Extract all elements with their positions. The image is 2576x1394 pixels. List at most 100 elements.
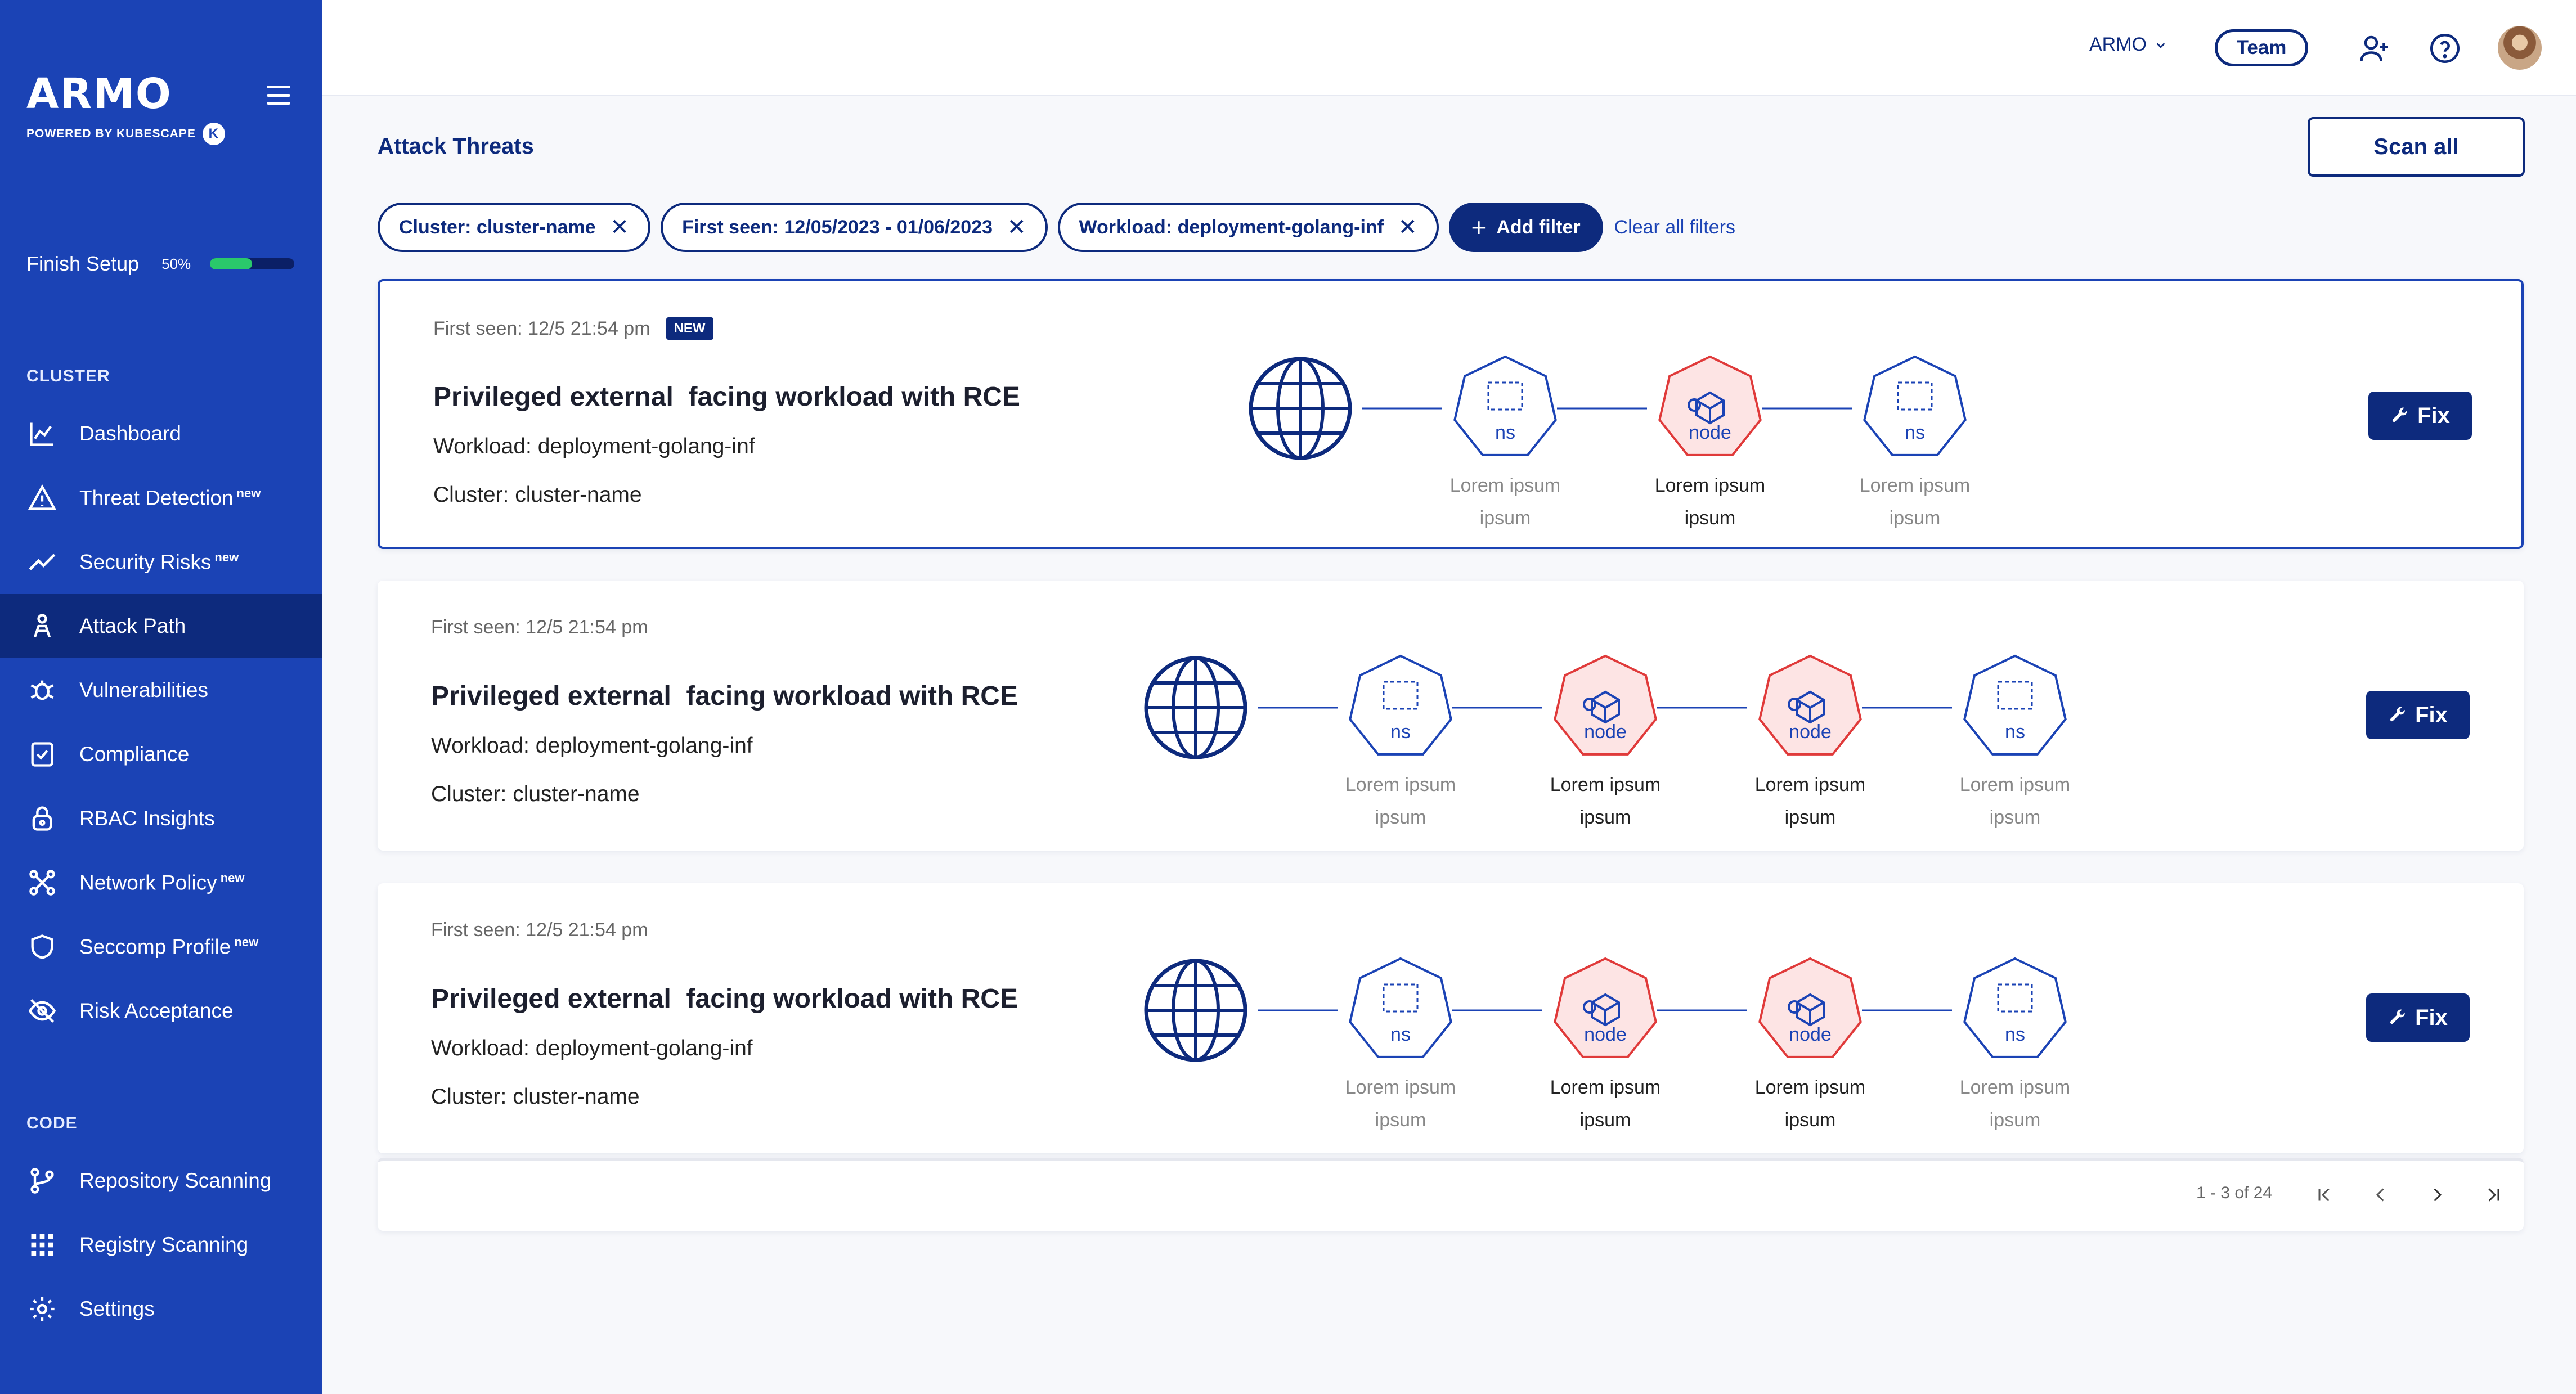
team-button[interactable]: Team bbox=[2215, 29, 2308, 66]
sidebar-item-compliance[interactable]: Compliance bbox=[0, 722, 322, 786]
filter-chip-cluster[interactable]: Cluster: cluster-name ✕ bbox=[378, 203, 651, 252]
gear-icon bbox=[26, 1293, 58, 1325]
org-selector[interactable]: ARMO bbox=[2089, 34, 2167, 56]
threat-title: Privileged external facing workload with… bbox=[433, 382, 1020, 412]
close-icon[interactable]: ✕ bbox=[1007, 216, 1026, 239]
filter-chip-label: Workload: deployment-golang-inf bbox=[1079, 216, 1384, 238]
avatar[interactable] bbox=[2498, 26, 2542, 70]
node-description: ipsum bbox=[1375, 1109, 1426, 1131]
threat-workload: Workload: deployment-golang-inf bbox=[431, 734, 753, 758]
node-type-label: ns bbox=[1495, 422, 1515, 443]
threat-cluster: Cluster: cluster-name bbox=[431, 782, 640, 806]
page-title: Attack Threats bbox=[378, 134, 534, 159]
sidebar-item-label: Security Risks new bbox=[79, 550, 239, 574]
node-description: ipsum bbox=[1685, 507, 1736, 529]
last-page-icon[interactable] bbox=[2476, 1178, 2510, 1212]
threat-card[interactable]: ns Lorem ipsum ipsum node Lorem ipsum ipsum no… bbox=[378, 883, 2524, 1153]
sidebar-item-seccomp[interactable]: Seccomp Profile new bbox=[0, 915, 322, 979]
sidebar-item-network-policy[interactable]: Network Policy new bbox=[0, 851, 322, 915]
add-filter-button[interactable]: + Add filter bbox=[1448, 203, 1603, 252]
fix-button[interactable]: Fix bbox=[2366, 993, 2470, 1042]
section-code: CODE bbox=[26, 1114, 78, 1132]
node-description: ipsum bbox=[1580, 807, 1631, 828]
filter-chip-workload[interactable]: Workload: deployment-golang-inf ✕ bbox=[1057, 203, 1439, 252]
sidebar-item-label: Threat Detection new bbox=[79, 486, 261, 510]
new-badge: new bbox=[234, 934, 259, 949]
sidebar-item-risk-acceptance[interactable]: Risk Acceptance bbox=[0, 979, 322, 1043]
first-seen-text: First seen: 12/5 21:54 pm bbox=[433, 317, 650, 339]
sidebar-item-text: Seccomp Profile bbox=[79, 935, 231, 959]
plus-icon: + bbox=[1471, 213, 1487, 242]
first-page-icon[interactable] bbox=[2308, 1178, 2341, 1212]
warning-icon bbox=[26, 482, 58, 514]
attack-path-icon bbox=[26, 610, 58, 642]
globe-icon bbox=[1249, 357, 1352, 460]
sidebar-item-settings[interactable]: Settings bbox=[0, 1277, 322, 1341]
sidebar-item-vulnerabilities[interactable]: Vulnerabilities bbox=[0, 658, 322, 722]
sidebar-item-dashboard[interactable]: Dashboard bbox=[0, 402, 322, 466]
fix-button[interactable]: Fix bbox=[2368, 392, 2472, 440]
filter-chip-label: Cluster: cluster-name bbox=[399, 216, 596, 238]
node-description: Lorem ipsum bbox=[1860, 475, 1971, 496]
node-description: ipsum bbox=[1375, 807, 1426, 828]
close-icon[interactable]: ✕ bbox=[611, 216, 630, 239]
new-badge: new bbox=[214, 550, 239, 564]
threat-card[interactable]: ns Lorem ipsum ipsum node Lorem ipsum ipsum no… bbox=[378, 581, 2524, 851]
threat-title: Privileged external facing workload with… bbox=[431, 681, 1018, 711]
menu-toggle-icon[interactable] bbox=[267, 86, 290, 105]
threat-cluster: Cluster: cluster-name bbox=[433, 483, 642, 507]
fix-label: Fix bbox=[2415, 702, 2448, 727]
eye-off-icon bbox=[26, 995, 58, 1027]
sidebar-item-label: Seccomp Profile new bbox=[79, 935, 258, 959]
lock-icon bbox=[26, 803, 58, 834]
node-type-label: ns bbox=[1905, 422, 1925, 443]
clear-filters-link[interactable]: Clear all filters bbox=[1614, 217, 1735, 239]
sidebar-item-attack-path[interactable]: Attack Path bbox=[0, 594, 322, 658]
sidebar-item-registry-scanning[interactable]: Registry Scanning bbox=[0, 1213, 322, 1277]
node-description: Lorem ipsum bbox=[1755, 774, 1866, 795]
filter-chip-first-seen[interactable]: First seen: 12/05/2023 - 01/06/2023 ✕ bbox=[661, 203, 1048, 252]
shield-icon bbox=[26, 931, 58, 963]
threat-card[interactable]: ns Lorem ipsum ipsum node Lorem ipsum ipsum ns… bbox=[378, 279, 2524, 549]
first-seen: First seen: 12/5 21:54 pm NEW bbox=[433, 317, 713, 340]
add-user-icon[interactable] bbox=[2357, 32, 2391, 65]
sidebar-item-threat-detection[interactable]: Threat Detection new bbox=[0, 466, 322, 530]
node-type-label: ns bbox=[1390, 1024, 1411, 1045]
new-badge: new bbox=[220, 870, 245, 885]
grid-icon bbox=[26, 1229, 58, 1261]
sidebar-item-security-risks[interactable]: Security Risks new bbox=[0, 530, 322, 594]
sidebar-item-label: Dashboard bbox=[79, 422, 182, 445]
next-page-icon[interactable] bbox=[2420, 1178, 2454, 1212]
fix-button[interactable]: Fix bbox=[2366, 691, 2470, 739]
top-bar: ARMO Team bbox=[322, 0, 2576, 96]
threat-cluster: Cluster: cluster-name bbox=[431, 1085, 640, 1109]
help-icon[interactable] bbox=[2428, 32, 2462, 65]
node-type-label: node bbox=[1789, 1024, 1832, 1045]
sidebar-item-label: Compliance bbox=[79, 743, 190, 766]
node-description: ipsum bbox=[1990, 1109, 2041, 1131]
checklist-icon bbox=[26, 739, 58, 770]
org-name: ARMO bbox=[2089, 34, 2147, 55]
node-type-label: ns bbox=[2005, 721, 2025, 743]
git-branch-icon bbox=[26, 1165, 58, 1197]
setup-progress-fill bbox=[210, 258, 253, 269]
trend-icon bbox=[26, 546, 58, 578]
globe-icon bbox=[1144, 656, 1247, 759]
sidebar-item-repository-scanning[interactable]: Repository Scanning bbox=[0, 1149, 322, 1213]
first-seen: First seen: 12/5 21:54 pm bbox=[431, 919, 648, 941]
globe-icon bbox=[1144, 959, 1247, 1062]
new-badge: NEW bbox=[666, 317, 713, 340]
kubescape-icon: K bbox=[202, 123, 225, 145]
node-description: Lorem ipsum bbox=[1960, 1077, 2071, 1098]
prev-page-icon[interactable] bbox=[2364, 1178, 2398, 1212]
brand-name: ARMO bbox=[26, 70, 172, 118]
close-icon[interactable]: ✕ bbox=[1398, 216, 1417, 239]
brand-logo[interactable]: ARMO POWERED BY KUBESCAPE K bbox=[26, 73, 225, 145]
new-badge: new bbox=[236, 485, 261, 500]
sidebar-item-rbac[interactable]: RBAC Insights bbox=[0, 786, 322, 851]
finish-setup[interactable]: Finish Setup 50% bbox=[26, 252, 297, 276]
scan-all-button[interactable]: Scan all bbox=[2308, 117, 2525, 177]
pagination: 1 - 3 of 24 bbox=[378, 1158, 2524, 1231]
sidebar: ARMO POWERED BY KUBESCAPE K Finish Setup… bbox=[0, 0, 322, 1394]
node-description: Lorem ipsum bbox=[1450, 475, 1561, 496]
